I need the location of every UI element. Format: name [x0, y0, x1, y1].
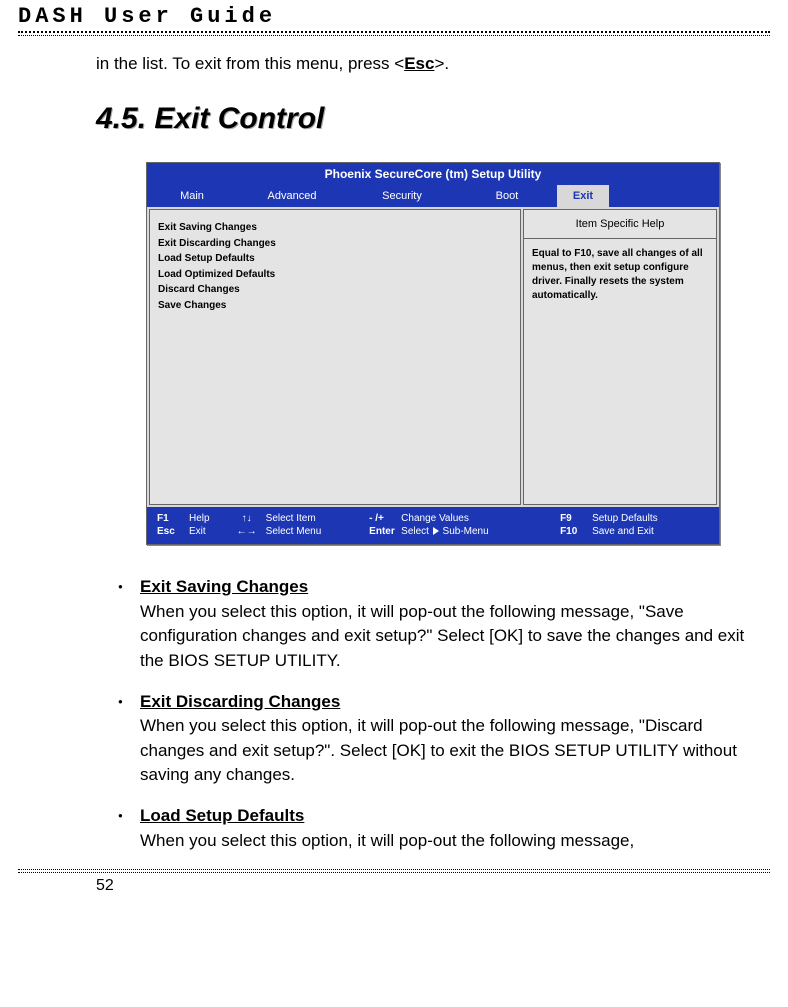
page-number: 52 — [18, 877, 770, 895]
updown-arrows-icon: ↑↓ — [230, 512, 264, 525]
bios-tab-advanced[interactable]: Advanced — [237, 185, 347, 207]
bios-key-f10: F10 — [558, 525, 590, 538]
bios-key-f1: F1 — [155, 512, 187, 525]
bios-label-help: Help — [187, 512, 230, 525]
lead-suffix: >. — [434, 54, 449, 73]
option-exit-discarding: Exit Discarding Changes When you select … — [106, 690, 748, 789]
bios-label-submenu: Sub-Menu — [443, 526, 489, 537]
bios-label-exit: Exit — [187, 525, 230, 538]
bios-label-save-exit: Save and Exit — [590, 525, 711, 538]
option-body: When you select this option, it will pop… — [140, 831, 634, 850]
option-exit-saving: Exit Saving Changes When you select this… — [106, 575, 748, 674]
bios-screenshot: Phoenix SecureCore (tm) Setup Utility Ma… — [146, 162, 720, 545]
bios-help-panel: Item Specific Help Equal to F10, save al… — [523, 209, 717, 505]
option-body: When you select this option, it will pop… — [140, 602, 744, 670]
lead-paragraph: in the list. To exit from this menu, pre… — [96, 54, 758, 74]
bios-label-select: Select — [401, 526, 429, 537]
bios-tabs: Main Advanced Security Boot Exit — [147, 185, 719, 207]
bios-tab-security[interactable]: Security — [347, 185, 457, 207]
bios-footer: F1 Help ↑↓ Select Item - /+ Change Value… — [147, 507, 719, 544]
header-divider — [18, 31, 770, 36]
bios-label-select-submenu: Select Sub-Menu — [399, 525, 558, 538]
bios-item[interactable]: Load Setup Defaults — [158, 251, 512, 267]
bios-menu-panel: Exit Saving Changes Exit Discarding Chan… — [149, 209, 521, 505]
option-title: Exit Saving Changes — [140, 577, 308, 596]
option-load-defaults: Load Setup Defaults When you select this… — [106, 804, 748, 853]
option-title: Exit Discarding Changes — [140, 692, 340, 711]
bios-label-select-menu: Select Menu — [264, 525, 368, 538]
bios-item[interactable]: Discard Changes — [158, 282, 512, 298]
lead-prefix: in the list. To exit from this menu, pre… — [96, 54, 404, 73]
bios-key-esc: Esc — [155, 525, 187, 538]
bios-item[interactable]: Exit Saving Changes — [158, 220, 512, 236]
bios-tab-boot[interactable]: Boot — [457, 185, 557, 207]
bios-key-enter: Enter — [367, 525, 399, 538]
bios-label-setup-defaults: Setup Defaults — [590, 512, 711, 525]
option-title: Load Setup Defaults — [140, 806, 304, 825]
bios-help-heading: Item Specific Help — [524, 210, 716, 239]
bios-label-change-values: Change Values — [399, 512, 558, 525]
bios-item[interactable]: Exit Discarding Changes — [158, 236, 512, 252]
bios-label-select-item: Select Item — [264, 512, 368, 525]
bios-tab-main[interactable]: Main — [147, 185, 237, 207]
bios-help-body: Equal to F10, save all changes of all me… — [524, 239, 716, 311]
page-header: DASH User Guide — [18, 0, 770, 31]
footer-divider — [18, 869, 770, 873]
bios-tab-exit[interactable]: Exit — [557, 185, 609, 207]
esc-key-label: Esc — [404, 54, 434, 73]
bios-key-plusminus: - /+ — [367, 512, 399, 525]
leftright-arrows-icon: ←→ — [230, 525, 264, 538]
section-heading: 4.5. Exit Control — [96, 102, 758, 136]
option-body: When you select this option, it will pop… — [140, 716, 737, 784]
option-list: Exit Saving Changes When you select this… — [96, 575, 758, 853]
bios-item[interactable]: Load Optimized Defaults — [158, 267, 512, 283]
triangle-right-icon — [433, 527, 439, 535]
bios-item[interactable]: Save Changes — [158, 298, 512, 314]
bios-key-f9: F9 — [558, 512, 590, 525]
bios-title: Phoenix SecureCore (tm) Setup Utility — [147, 163, 719, 185]
